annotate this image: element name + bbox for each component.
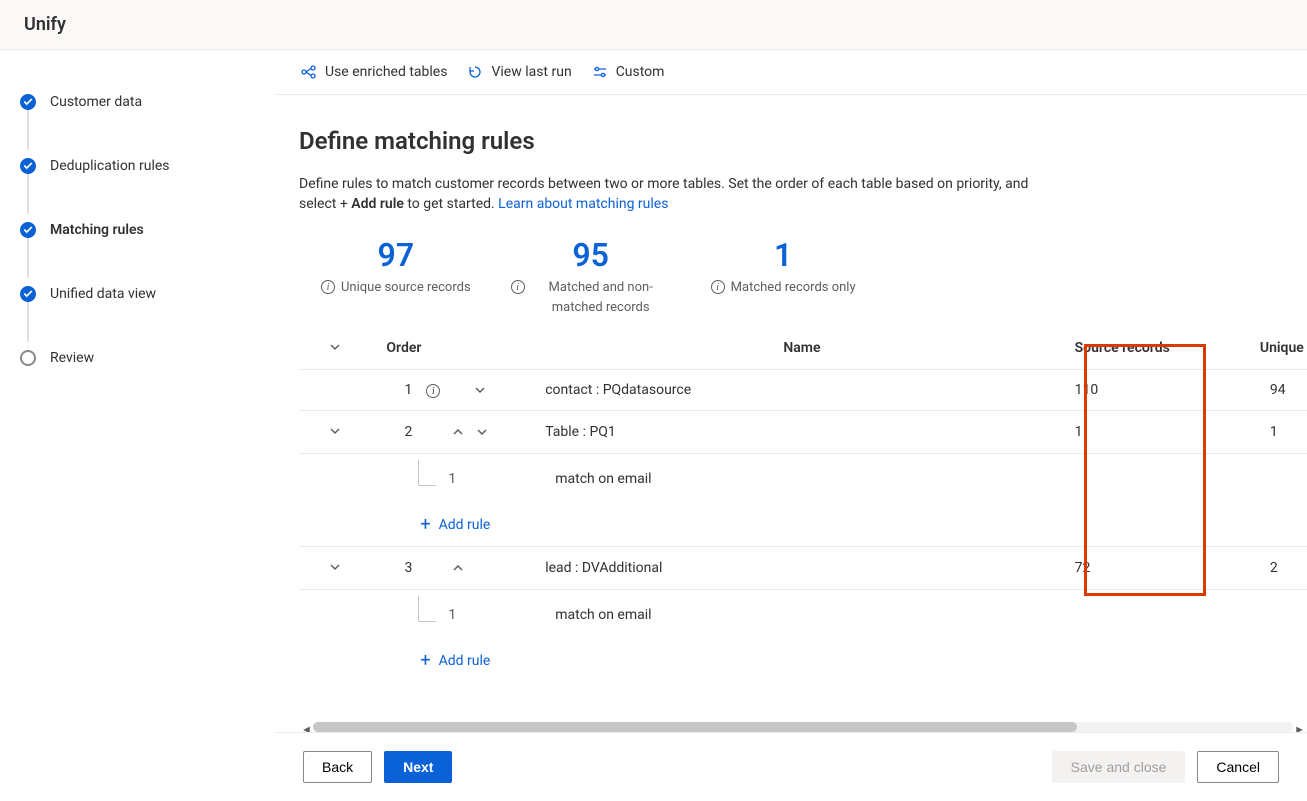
save-and-close-button: Save and close bbox=[1052, 751, 1186, 783]
stat-value: 1 bbox=[711, 236, 856, 274]
rules-table: Order Name Source records Unique records… bbox=[299, 327, 1307, 682]
info-icon[interactable]: i bbox=[711, 280, 725, 294]
row-order: 3 bbox=[386, 560, 412, 576]
learn-link[interactable]: Learn about matching rules bbox=[498, 196, 668, 212]
scroll-left-icon[interactable]: ◄ bbox=[301, 723, 312, 732]
step-review[interactable]: Review bbox=[20, 342, 274, 374]
add-rule-label: Add rule bbox=[439, 653, 491, 669]
step-deduplication-rules[interactable]: Deduplication rules bbox=[20, 150, 274, 182]
toolbar-label: Custom bbox=[616, 64, 665, 80]
column-name[interactable]: Name bbox=[537, 327, 1066, 370]
add-rule-row: + Add rule bbox=[299, 640, 1307, 682]
add-rule-row: + Add rule bbox=[299, 504, 1307, 547]
column-source-records[interactable]: Source records bbox=[1067, 327, 1252, 370]
subrow-order: 1 bbox=[448, 471, 456, 487]
toolbar-label: Use enriched tables bbox=[325, 64, 447, 80]
move-down-icon[interactable] bbox=[474, 424, 490, 440]
stat-value: 95 bbox=[511, 236, 671, 274]
step-label: Review bbox=[50, 350, 94, 366]
nodes-icon bbox=[301, 64, 317, 80]
row-name: contact : PQdatasource bbox=[537, 370, 1066, 411]
row-name: Table : PQ1 bbox=[537, 411, 1066, 454]
stat-unique-source: 97 i Unique source records bbox=[321, 236, 471, 317]
chevron-down-icon[interactable] bbox=[327, 559, 343, 575]
chevron-down-icon[interactable] bbox=[327, 423, 343, 439]
move-up-icon[interactable] bbox=[450, 560, 466, 576]
check-icon bbox=[20, 286, 36, 302]
scroll-right-icon[interactable]: ► bbox=[1294, 723, 1305, 732]
table-row[interactable]: 3 lead : DVAdditional 72 2 0% matched bbox=[299, 547, 1307, 590]
next-button[interactable]: Next bbox=[384, 751, 452, 783]
rules-table-wrapper: Order Name Source records Unique records… bbox=[299, 327, 1307, 723]
step-label: Customer data bbox=[50, 94, 142, 110]
stat-label: Matched records only bbox=[731, 278, 856, 298]
use-enriched-tables-button[interactable]: Use enriched tables bbox=[301, 64, 447, 80]
step-matching-rules[interactable]: Matching rules bbox=[20, 214, 274, 246]
custom-button[interactable]: Custom bbox=[592, 64, 665, 80]
page-title: Define matching rules bbox=[299, 127, 1307, 155]
toolbar: Use enriched tables View last run Custom bbox=[275, 50, 1307, 95]
stat-matched-only: 1 i Matched records only bbox=[711, 236, 856, 317]
cancel-button[interactable]: Cancel bbox=[1197, 751, 1279, 783]
toolbar-label: View last run bbox=[491, 64, 571, 80]
table-subrow[interactable]: 1 match on email 0% bbox=[299, 590, 1307, 641]
row-source: 72 bbox=[1067, 547, 1252, 590]
row-unique: 1 bbox=[1252, 411, 1307, 454]
row-unique: 2 bbox=[1252, 547, 1307, 590]
subrow-name: match on email bbox=[537, 454, 1066, 505]
column-order[interactable]: Order bbox=[378, 327, 537, 370]
row-source: 110 bbox=[1067, 370, 1252, 411]
step-label: Matching rules bbox=[50, 222, 144, 238]
table-subrow[interactable]: 1 match on email 100.0% bbox=[299, 454, 1307, 505]
column-expand[interactable] bbox=[299, 327, 378, 370]
wizard-footer: Back Next Save and close Cancel bbox=[275, 732, 1307, 801]
wizard-steps-sidebar: Customer data Deduplication rules Matchi… bbox=[0, 50, 275, 801]
view-last-run-button[interactable]: View last run bbox=[467, 64, 571, 80]
history-icon bbox=[467, 64, 483, 80]
stat-label: Matched and non-matched records bbox=[531, 278, 671, 317]
horizontal-scrollbar[interactable] bbox=[313, 722, 1293, 732]
table-row[interactable]: 1 i contact : PQdatasource 110 94 bbox=[299, 370, 1307, 411]
add-rule-button[interactable]: + Add rule bbox=[386, 652, 1307, 670]
add-rule-button[interactable]: + Add rule bbox=[386, 516, 1307, 534]
column-unique-records[interactable]: Unique records bbox=[1252, 327, 1307, 370]
page-header: Unify bbox=[0, 0, 1307, 50]
info-icon[interactable]: i bbox=[426, 384, 440, 398]
move-up-icon[interactable] bbox=[450, 424, 466, 440]
table-row[interactable]: 2 Table : PQ1 1 1 100.0% matched bbox=[299, 411, 1307, 454]
plus-icon: + bbox=[420, 652, 430, 670]
step-label: Deduplication rules bbox=[50, 158, 170, 174]
chevron-down-icon[interactable] bbox=[327, 339, 343, 355]
back-button[interactable]: Back bbox=[303, 751, 372, 783]
subrow-name: match on email bbox=[537, 590, 1066, 641]
move-down-icon[interactable] bbox=[472, 382, 488, 398]
sliders-icon bbox=[592, 64, 608, 80]
plus-icon: + bbox=[420, 516, 430, 534]
row-order: 2 bbox=[386, 424, 412, 440]
check-icon bbox=[20, 222, 36, 238]
row-order: 1 bbox=[386, 382, 412, 398]
add-rule-label: Add rule bbox=[439, 517, 491, 533]
step-label: Unified data view bbox=[50, 286, 156, 302]
page-description: Define rules to match customer records b… bbox=[299, 175, 1039, 214]
app-title: Unify bbox=[24, 14, 66, 35]
info-icon[interactable]: i bbox=[511, 280, 525, 294]
circle-empty-icon bbox=[20, 350, 36, 366]
stat-label: Unique source records bbox=[341, 278, 471, 298]
check-icon bbox=[20, 94, 36, 110]
stat-value: 97 bbox=[321, 236, 471, 274]
info-icon[interactable]: i bbox=[321, 280, 335, 294]
step-unified-data-view[interactable]: Unified data view bbox=[20, 278, 274, 310]
step-customer-data[interactable]: Customer data bbox=[20, 86, 274, 118]
row-unique: 94 bbox=[1252, 370, 1307, 411]
scrollbar-thumb[interactable] bbox=[313, 722, 1077, 732]
stat-matched-nonmatched: 95 i Matched and non-matched records bbox=[511, 236, 671, 317]
subrow-order: 1 bbox=[448, 607, 456, 623]
row-name: lead : DVAdditional bbox=[537, 547, 1066, 590]
check-icon bbox=[20, 158, 36, 174]
row-source: 1 bbox=[1067, 411, 1252, 454]
stats-row: 97 i Unique source records 95 i Matched an… bbox=[299, 236, 1307, 317]
